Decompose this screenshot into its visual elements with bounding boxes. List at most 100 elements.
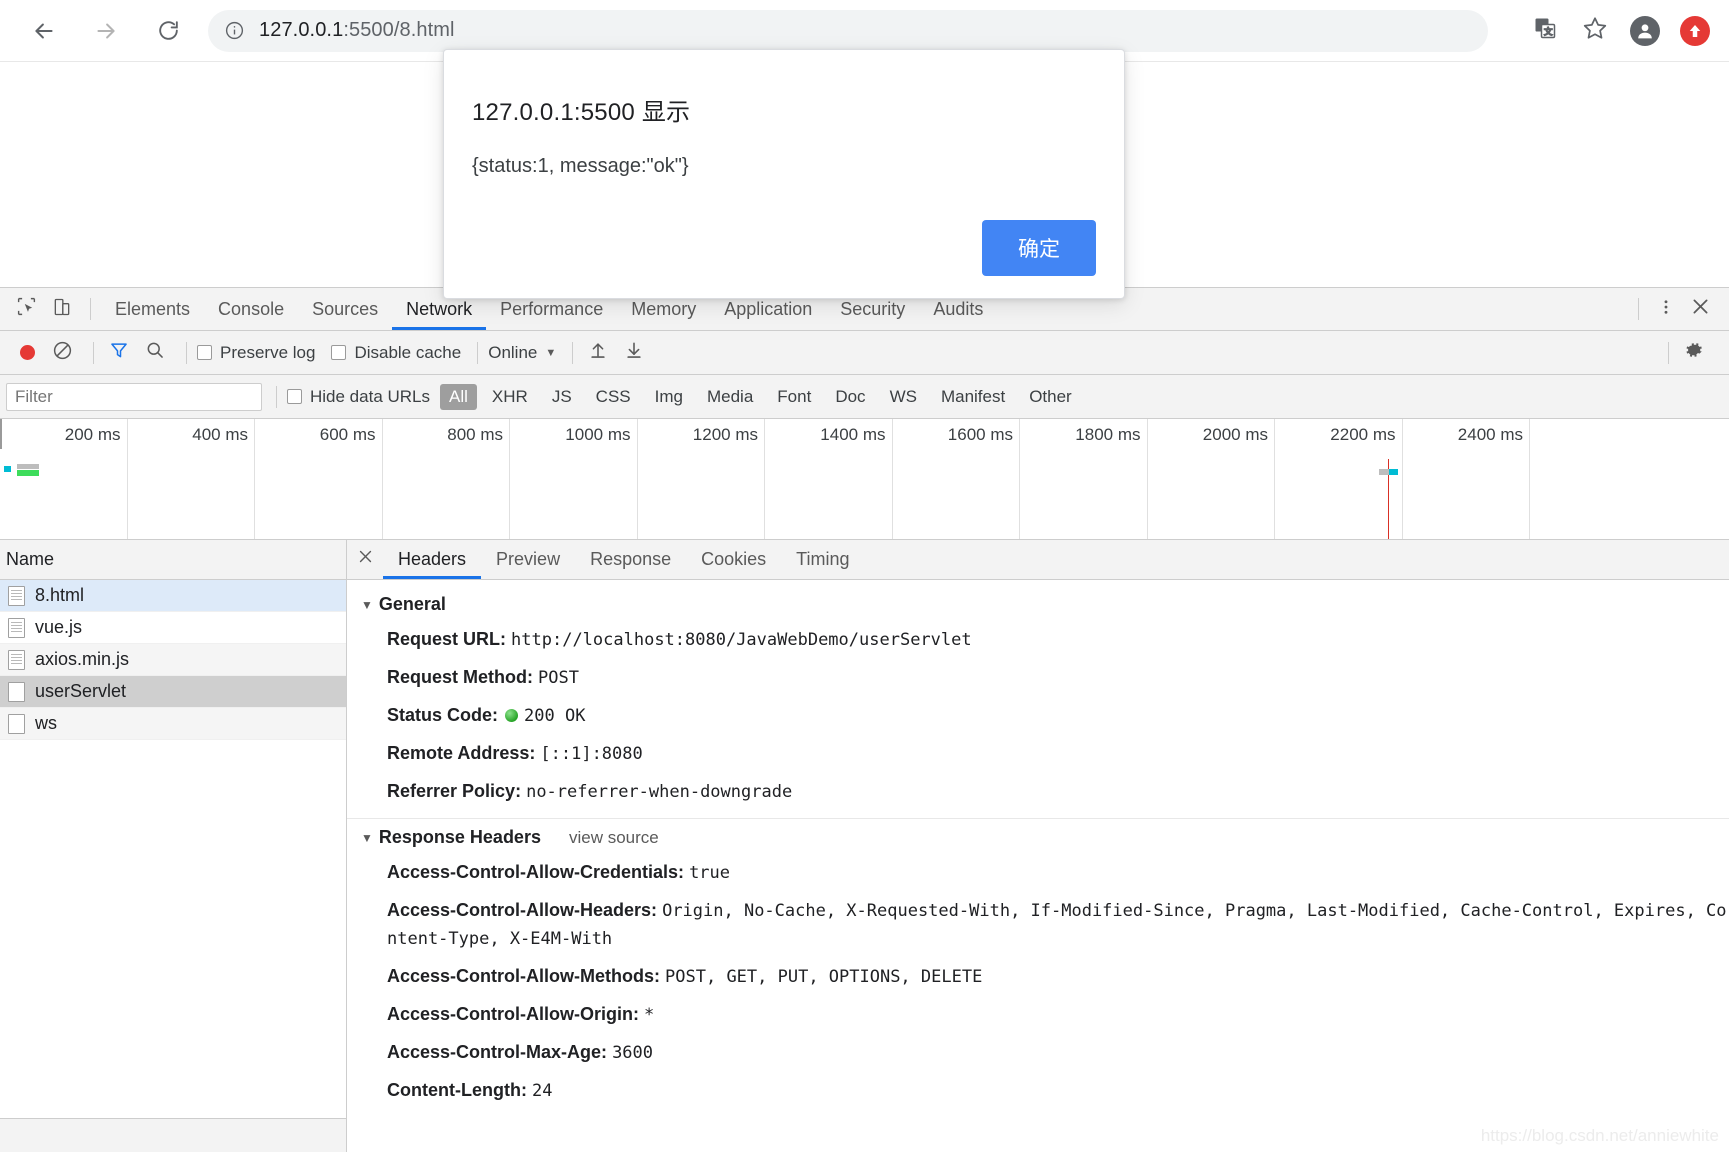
header-name: Access-Control-Allow-Methods:: [387, 966, 661, 987]
header-value: [::1]:8080: [540, 743, 643, 764]
devtools-panel: Elements Console Sources Network Performance…: [0, 287, 1729, 1152]
network-settings-button[interactable]: [1679, 338, 1709, 368]
filter-type-img[interactable]: Img: [646, 384, 692, 410]
network-filter-bar: Hide data URLs AllXHRJSCSSImgMediaFontDo…: [0, 375, 1729, 419]
header-value: 24: [531, 1080, 553, 1101]
details-tabs: Headers Preview Response Cookies Timing: [383, 540, 865, 579]
filter-type-other[interactable]: Other: [1020, 384, 1081, 410]
filter-type-font[interactable]: Font: [768, 384, 820, 410]
request-row[interactable]: userServlet: [0, 676, 346, 708]
star-icon: [1582, 15, 1608, 46]
disable-cache-checkbox[interactable]: [331, 345, 347, 360]
search-button[interactable]: [140, 338, 170, 368]
update-button[interactable]: [1673, 9, 1717, 53]
header-name: Access-Control-Allow-Headers:: [387, 900, 658, 921]
disable-cache-label: Disable cache: [354, 342, 462, 362]
request-row[interactable]: vue.js: [0, 612, 346, 644]
filter-type-xhr[interactable]: XHR: [483, 384, 537, 410]
filter-type-ws[interactable]: WS: [881, 384, 926, 410]
net-divider-3: [477, 341, 479, 364]
inspect-cursor-icon: [16, 296, 37, 322]
reload-icon: [156, 18, 181, 43]
status-ok-dot-icon: [505, 708, 519, 722]
profile-button[interactable]: [1623, 9, 1667, 53]
request-name: axios.min.js: [35, 649, 130, 669]
net-divider-5: [1668, 341, 1669, 364]
blank-document-icon: [8, 713, 25, 734]
header-row: Access-Control-Allow-Headers: Origin, No…: [347, 892, 1729, 958]
triangle-down-icon: ▼: [361, 830, 373, 845]
export-har-button[interactable]: [619, 338, 649, 368]
filter-type-media[interactable]: Media: [698, 384, 762, 410]
address-bar[interactable]: 127.0.0.1:5500/8.html: [208, 9, 1488, 52]
filter-type-css[interactable]: CSS: [587, 384, 640, 410]
clear-button[interactable]: [47, 338, 77, 368]
preserve-log-toggle[interactable]: Preserve log: [197, 343, 315, 363]
request-rows: 8.html vue.js axios.min.js userServlet ws: [0, 580, 346, 1118]
details-tab-response[interactable]: Response: [575, 540, 686, 579]
close-details-button[interactable]: [347, 540, 383, 579]
request-row[interactable]: 8.html: [0, 580, 346, 612]
dialog-ok-button[interactable]: 确定: [982, 220, 1096, 276]
general-section-header[interactable]: ▼ General: [347, 586, 1729, 621]
resource-type-filters: All XHR JS CSS Img Media Font Doc WS Manifest Othe…: [440, 383, 1081, 410]
network-overview-timeline[interactable]: 200 ms 400 ms 600 ms 800 ms 1000 ms 1200 ms 14…: [0, 419, 1729, 540]
request-details-pane: Headers Preview Response Cookies Timing ▼ Ge…: [347, 540, 1729, 1152]
document-icon: [8, 585, 25, 606]
filter-type-doc[interactable]: Doc: [826, 384, 874, 410]
details-tab-timing[interactable]: Timing: [781, 540, 864, 579]
back-button[interactable]: [24, 11, 64, 51]
filter-input[interactable]: [6, 382, 262, 411]
hide-data-urls-checkbox[interactable]: [287, 389, 302, 404]
devtools-tab-elements[interactable]: Elements: [101, 288, 204, 330]
toolbar-divider-right: [1638, 298, 1639, 320]
update-arrow-icon: [1680, 15, 1710, 46]
request-row[interactable]: axios.min.js: [0, 644, 346, 676]
preserve-log-checkbox[interactable]: [197, 345, 212, 360]
info-circle-icon[interactable]: [224, 20, 245, 41]
request-name: 8.html: [35, 585, 85, 605]
record-button[interactable]: [20, 345, 35, 360]
filter-divider: [276, 385, 277, 408]
header-row: Content-Length: 24: [347, 1072, 1729, 1110]
view-source-link[interactable]: view source: [569, 828, 659, 848]
hide-data-urls-label: Hide data URLs: [310, 386, 431, 406]
request-list-header[interactable]: Name: [0, 540, 346, 580]
throttle-select-value[interactable]: Online: [488, 343, 537, 363]
response-headers-section-header[interactable]: ▼ Response Headers view source: [347, 819, 1729, 854]
header-row: Access-Control-Allow-Credentials: true: [347, 854, 1729, 892]
import-har-button[interactable]: [583, 338, 613, 368]
device-toolbar-button[interactable]: [46, 294, 78, 324]
download-arrow-icon: [624, 340, 644, 365]
request-row[interactable]: ws: [0, 708, 346, 740]
bookmark-button[interactable]: [1573, 9, 1617, 53]
details-tab-cookies[interactable]: Cookies: [686, 540, 781, 579]
details-tabbar: Headers Preview Response Cookies Timing: [347, 540, 1729, 580]
devtools-tab-console[interactable]: Console: [204, 288, 298, 330]
filter-type-manifest[interactable]: Manifest: [932, 384, 1014, 410]
devtools-close-button[interactable]: [1683, 294, 1717, 324]
header-value: true: [689, 863, 731, 884]
filter-type-all[interactable]: All: [440, 383, 477, 410]
inspect-element-button[interactable]: [10, 294, 42, 324]
filter-type-js[interactable]: JS: [543, 384, 581, 410]
translate-button[interactable]: G文: [1523, 9, 1567, 53]
overview-bar-late-gray: [1379, 469, 1389, 475]
details-tab-headers[interactable]: Headers: [383, 540, 481, 579]
header-row: Access-Control-Allow-Methods: POST, GET,…: [347, 958, 1729, 996]
devtools-tab-sources[interactable]: Sources: [298, 288, 392, 330]
devtools-more-button[interactable]: [1649, 294, 1683, 324]
filter-toggle-button[interactable]: [104, 338, 134, 368]
chevron-down-icon[interactable]: ▼: [545, 347, 556, 359]
details-tab-preview[interactable]: Preview: [481, 540, 575, 579]
reload-button[interactable]: [148, 11, 188, 51]
kebab-menu-icon: [1657, 298, 1675, 321]
header-value: no-referrer-when-downgrade: [526, 781, 793, 802]
header-name: Request URL:: [387, 629, 507, 649]
column-header-name: Name: [6, 549, 55, 569]
hide-data-urls-toggle[interactable]: Hide data URLs: [287, 387, 430, 407]
headers-content: ▼ General Request URL: http://localhost:…: [347, 580, 1729, 1152]
disable-cache-toggle[interactable]: Disable cache: [331, 343, 461, 363]
gear-icon: [1683, 339, 1705, 366]
forward-button[interactable]: [86, 11, 126, 51]
